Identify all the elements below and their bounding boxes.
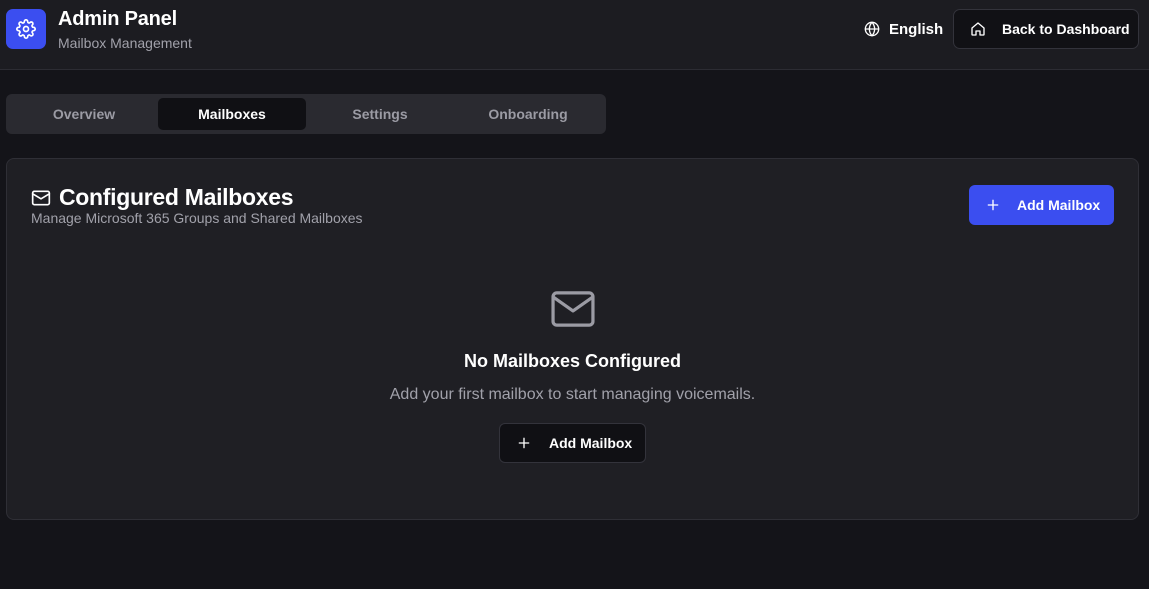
empty-state-description: Add your first mailbox to start managing… [389, 386, 756, 403]
page-title: Admin Panel [58, 8, 177, 30]
add-mailbox-label: Add Mailbox [1017, 197, 1101, 213]
app-header: Admin Panel Mailbox Management English B… [0, 0, 1149, 70]
home-icon [970, 21, 986, 37]
mail-icon [31, 188, 51, 208]
empty-state-add-mailbox-label: Add Mailbox [549, 435, 633, 451]
tab-onboarding[interactable]: Onboarding [454, 98, 602, 130]
card-header: Configured Mailboxes [31, 184, 294, 211]
globe-icon [864, 21, 880, 37]
language-label: English [889, 20, 944, 38]
card-title: Configured Mailboxes [59, 184, 294, 210]
empty-state-title: No Mailboxes Configured [463, 351, 681, 371]
gear-icon [16, 19, 36, 39]
language-selector[interactable]: English [856, 14, 951, 44]
add-mailbox-button[interactable]: Add Mailbox [969, 185, 1114, 225]
empty-state-add-mailbox-button[interactable]: Add Mailbox [499, 423, 646, 463]
page-subtitle: Mailbox Management [58, 35, 192, 51]
plus-icon [516, 435, 532, 451]
back-to-dashboard-button[interactable]: Back to Dashboard [953, 9, 1139, 49]
tab-overview[interactable]: Overview [10, 98, 158, 130]
back-to-dashboard-label: Back to Dashboard [1002, 21, 1130, 37]
mailboxes-card: Configured Mailboxes Manage Microsoft 36… [6, 158, 1139, 520]
empty-state-mail-icon [548, 284, 598, 334]
tab-mailboxes[interactable]: Mailboxes [158, 98, 306, 130]
plus-icon [985, 197, 1001, 213]
app-logo [6, 9, 46, 49]
card-subtitle: Manage Microsoft 365 Groups and Shared M… [31, 210, 363, 226]
tab-bar: Overview Mailboxes Settings Onboarding [6, 94, 606, 134]
tab-settings[interactable]: Settings [306, 98, 454, 130]
